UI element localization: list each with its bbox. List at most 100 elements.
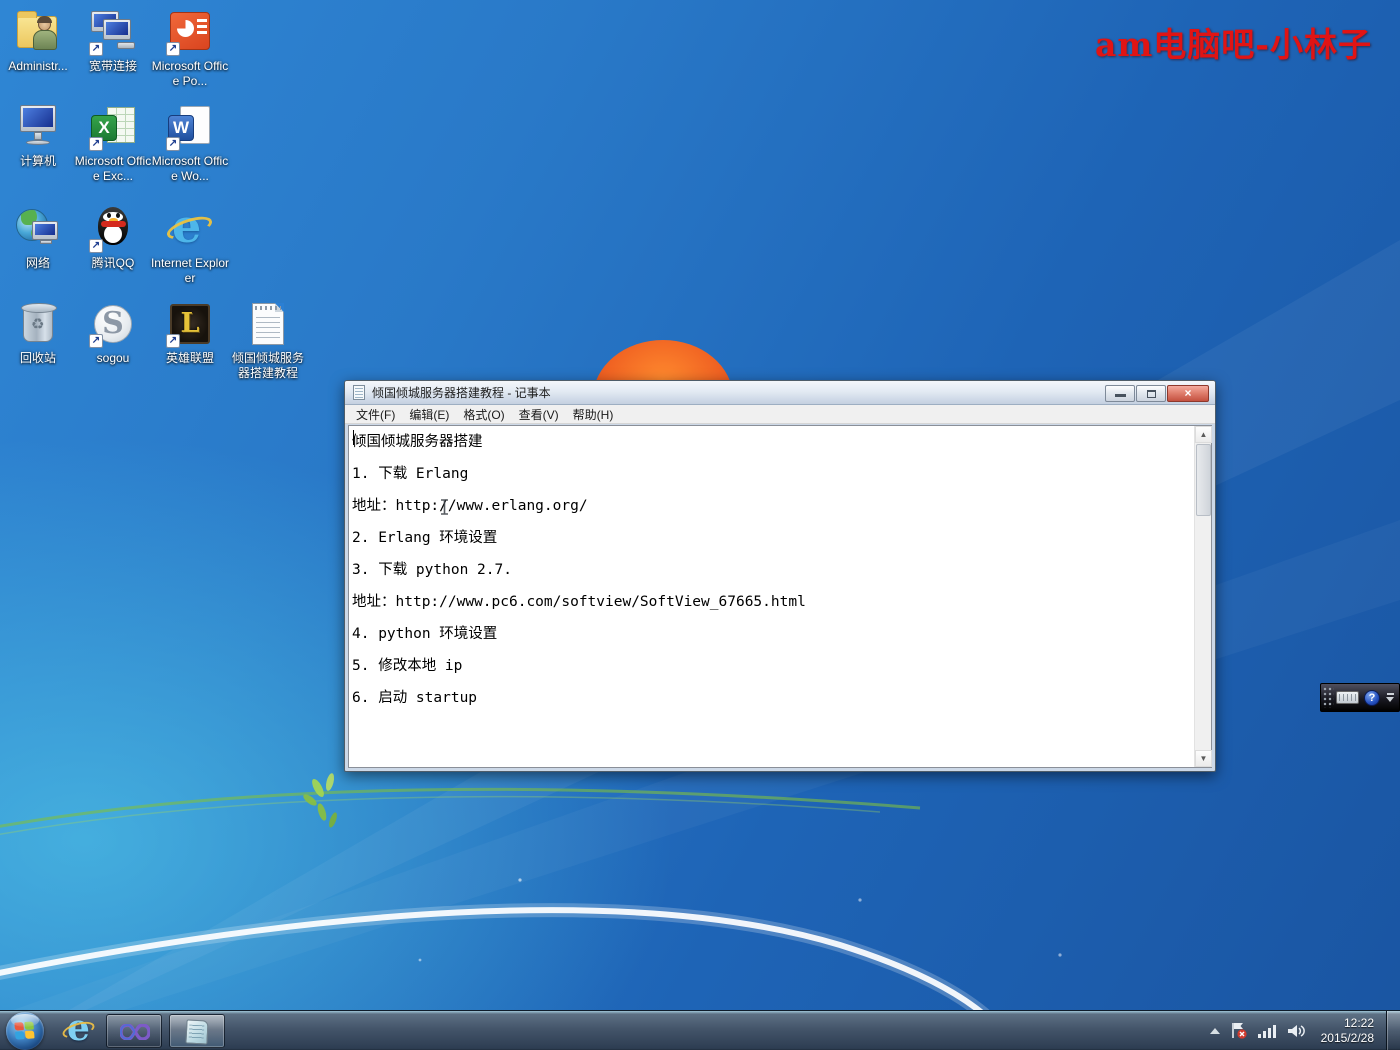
notepad-app-icon <box>351 385 367 401</box>
clock-time: 12:22 <box>1321 1016 1374 1031</box>
text-line: 地址：http://www.pc6.com/softview/SoftView_… <box>352 587 1194 619</box>
desktop: am电脑吧-小林子 Administr... ↗ 宽带连接 ↗ Microsof… <box>0 0 1400 1050</box>
desktop-icon-tutorial-file[interactable]: 倾国倾城服务器搭建教程 <box>228 300 308 381</box>
text-line: 6. 启动 startup <box>352 683 1194 715</box>
desktop-icon-qq[interactable]: ↗ 腾讯QQ <box>73 205 153 271</box>
recycle-bin-icon <box>14 300 62 348</box>
qq-penguin-icon: ↗ <box>89 205 137 253</box>
taskbar: e <box>0 1010 1400 1050</box>
icon-label: Microsoft Office Wo... <box>150 154 230 184</box>
text-caret <box>353 430 354 445</box>
menu-view[interactable]: 查看(V) <box>512 404 566 425</box>
sogou-icon: S ↗ <box>89 300 137 348</box>
text-line: 2. Erlang 环境设置 <box>352 523 1194 555</box>
notepad-titlebar[interactable]: 倾国倾城服务器搭建教程 - 记事本 × <box>345 381 1215 405</box>
icon-label: 腾讯QQ <box>73 256 153 271</box>
maximize-button[interactable] <box>1136 385 1166 402</box>
internet-explorer-icon: e <box>166 205 214 253</box>
clock-date: 2015/2/28 <box>1321 1031 1374 1046</box>
notepad-client-area: 倾国倾城服务器搭建 1. 下载 Erlang 地址：http://www.erl… <box>348 425 1212 768</box>
icon-label: Internet Explorer <box>150 256 230 286</box>
desktop-icon-broadband[interactable]: ↗ 宽带连接 <box>73 8 153 74</box>
desktop-icon-recycle-bin[interactable]: 回收站 <box>0 300 78 366</box>
icon-label: 英雄联盟 <box>150 351 230 366</box>
menu-format[interactable]: 格式(O) <box>456 404 511 425</box>
desktop-icon-internet-explorer[interactable]: e Internet Explorer <box>150 205 230 286</box>
keyboard-icon[interactable] <box>1336 691 1359 704</box>
taskbar-button-visual-studio[interactable] <box>106 1014 162 1048</box>
desktop-icon-computer[interactable]: 计算机 <box>0 103 78 169</box>
league-of-legends-icon: L ↗ <box>166 300 214 348</box>
close-button[interactable]: × <box>1167 385 1209 402</box>
administrator-folder-icon <box>14 8 62 56</box>
minimize-button[interactable] <box>1105 385 1135 402</box>
volume-icon[interactable] <box>1286 1023 1306 1039</box>
notepad-window: 倾国倾城服务器搭建教程 - 记事本 × 文件(F) 编辑(E) 格式(O) 查看… <box>344 380 1216 772</box>
desktop-icon-sogou[interactable]: S ↗ sogou <box>73 300 153 366</box>
notepad-taskbar-icon <box>185 1019 208 1044</box>
shortcut-arrow-icon: ↗ <box>89 334 103 348</box>
shortcut-arrow-icon: ↗ <box>166 137 180 151</box>
broadband-icon: ↗ <box>89 8 137 56</box>
system-tray: 12:22 2015/2/28 <box>1210 1016 1382 1046</box>
watermark-text: am电脑吧-小林子 <box>1095 18 1372 66</box>
icon-label: 回收站 <box>0 351 78 366</box>
langbar-grip-handle[interactable] <box>1323 687 1334 708</box>
computer-icon <box>14 103 62 151</box>
menu-help[interactable]: 帮助(H) <box>566 404 621 425</box>
text-line: 地址：http://www.erlang.org/ <box>352 491 1194 523</box>
vertical-scrollbar[interactable]: ▲ ▼ <box>1194 426 1211 767</box>
network-icon <box>14 205 62 253</box>
icon-label: 倾国倾城服务器搭建教程 <box>228 351 308 381</box>
langbar-minimize-icon[interactable] <box>1387 693 1394 695</box>
taskbar-internet-explorer-icon[interactable]: e <box>62 1014 96 1048</box>
text-line: 3. 下载 python 2.7. <box>352 555 1194 587</box>
action-center-flag-icon[interactable] <box>1229 1021 1248 1040</box>
word-icon: W ↗ <box>166 103 214 151</box>
text-line: 倾国倾城服务器搭建 <box>352 427 1194 459</box>
icon-label: 网络 <box>0 256 78 271</box>
icon-label: Administr... <box>0 59 78 74</box>
desktop-icon-word[interactable]: W ↗ Microsoft Office Wo... <box>150 103 230 184</box>
visual-studio-icon <box>120 1024 150 1040</box>
text-line: 4. python 环境设置 <box>352 619 1194 651</box>
icon-label: 计算机 <box>0 154 78 169</box>
taskbar-button-notepad[interactable] <box>169 1014 225 1048</box>
langbar-options-arrow-icon[interactable] <box>1386 697 1394 702</box>
notepad-menubar: 文件(F) 编辑(E) 格式(O) 查看(V) 帮助(H) <box>345 405 1215 424</box>
show-desktop-button[interactable] <box>1386 1011 1400 1050</box>
taskbar-clock[interactable]: 12:22 2015/2/28 <box>1321 1016 1374 1046</box>
scrollbar-thumb[interactable] <box>1196 444 1211 516</box>
scroll-up-arrow-icon[interactable]: ▲ <box>1195 426 1212 443</box>
text-line: 1. 下载 Erlang <box>352 459 1194 491</box>
text-file-icon <box>244 300 292 348</box>
shortcut-arrow-icon: ↗ <box>166 42 180 56</box>
icon-label: Microsoft Office Exc... <box>73 154 153 184</box>
icon-label: 宽带连接 <box>73 59 153 74</box>
desktop-icon-excel[interactable]: X ↗ Microsoft Office Exc... <box>73 103 153 184</box>
icon-label: sogou <box>73 351 153 366</box>
network-signal-icon[interactable] <box>1257 1023 1277 1039</box>
notepad-text-area[interactable]: 倾国倾城服务器搭建 1. 下载 Erlang 地址：http://www.erl… <box>349 426 1194 767</box>
shortcut-arrow-icon: ↗ <box>89 239 103 253</box>
desktop-icon-network[interactable]: 网络 <box>0 205 78 271</box>
excel-icon: X ↗ <box>89 103 137 151</box>
show-hidden-icons-button[interactable] <box>1210 1028 1220 1034</box>
scroll-down-arrow-icon[interactable]: ▼ <box>1195 750 1212 767</box>
desktop-icon-lol[interactable]: L ↗ 英雄联盟 <box>150 300 230 366</box>
shortcut-arrow-icon: ↗ <box>89 42 103 56</box>
start-button[interactable] <box>6 1012 44 1050</box>
language-bar[interactable]: ? <box>1320 683 1400 712</box>
menu-file[interactable]: 文件(F) <box>349 404 402 425</box>
desktop-icon-powerpoint[interactable]: ↗ Microsoft Office Po... <box>150 8 230 89</box>
menu-edit[interactable]: 编辑(E) <box>402 404 456 425</box>
help-icon[interactable]: ? <box>1364 690 1380 706</box>
window-title: 倾国倾城服务器搭建教程 - 记事本 <box>372 384 551 401</box>
icon-label: Microsoft Office Po... <box>150 59 230 89</box>
shortcut-arrow-icon: ↗ <box>166 334 180 348</box>
ibeam-cursor <box>440 499 449 515</box>
text-line: 5. 修改本地 ip <box>352 651 1194 683</box>
desktop-icon-administrator[interactable]: Administr... <box>0 8 78 74</box>
shortcut-arrow-icon: ↗ <box>89 137 103 151</box>
powerpoint-icon: ↗ <box>166 8 214 56</box>
